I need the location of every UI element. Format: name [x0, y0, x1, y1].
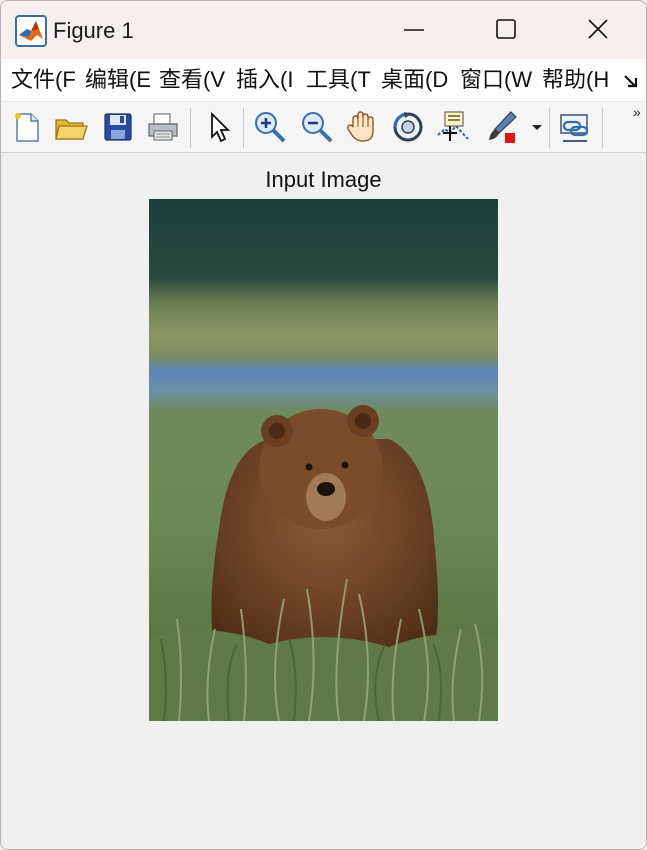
- brush-dropdown-button[interactable]: [527, 109, 547, 145]
- matlab-icon: [15, 15, 47, 47]
- toolbar-separator: [602, 108, 603, 148]
- rotate-3d-icon: [393, 112, 423, 142]
- pan-hand-icon: [347, 111, 374, 142]
- maximize-button[interactable]: [460, 1, 552, 59]
- menu-view[interactable]: 查看(V: [159, 66, 229, 94]
- maximize-icon: [496, 19, 516, 39]
- dropdown-arrow-icon: [532, 125, 542, 130]
- menu-bar: 文件(F 编辑(E 查看(V 插入(I 工具(T 桌面(D 窗口(W 帮助(H: [1, 59, 646, 102]
- select-pointer-button[interactable]: [201, 109, 237, 145]
- zoom-in-icon: [255, 112, 286, 143]
- window-title: Figure 1: [53, 18, 134, 43]
- close-icon: [588, 19, 608, 39]
- menu-tools[interactable]: 工具(T: [306, 66, 373, 94]
- axes-title: Input Image: [265, 167, 382, 192]
- new-figure-button[interactable]: [9, 109, 45, 145]
- title-bar[interactable]: Figure 1: [1, 1, 646, 59]
- zoom-in-button[interactable]: [252, 109, 288, 145]
- toolbar-separator: [549, 108, 550, 148]
- menu-overflow-arrow-icon[interactable]: [621, 71, 641, 91]
- save-button[interactable]: [100, 109, 136, 145]
- link-plot-icon: [560, 114, 589, 142]
- open-file-icon: [55, 119, 88, 140]
- print-button[interactable]: [145, 109, 181, 145]
- toolbar-separator: [190, 108, 191, 148]
- menu-edit[interactable]: 编辑(E: [85, 66, 152, 94]
- link-plot-button[interactable]: [557, 109, 593, 145]
- menu-window[interactable]: 窗口(W: [460, 66, 535, 94]
- minimize-icon: [404, 29, 424, 31]
- close-button[interactable]: [552, 1, 644, 59]
- new-figure-icon: [15, 113, 39, 142]
- print-icon: [148, 113, 178, 141]
- toolbar-overflow-button[interactable]: »: [633, 104, 641, 120]
- menu-help[interactable]: 帮助(H: [542, 66, 614, 94]
- menu-file[interactable]: 文件(F: [11, 66, 77, 94]
- input-image[interactable]: [149, 199, 498, 721]
- menu-desktop[interactable]: 桌面(D: [381, 66, 453, 94]
- brush-button[interactable]: [483, 109, 519, 145]
- menu-insert[interactable]: 插入(I: [236, 66, 299, 94]
- rotate-3d-button[interactable]: [390, 109, 426, 145]
- open-file-button[interactable]: [53, 109, 89, 145]
- bear-photo: [149, 199, 498, 721]
- toolbar: [1, 102, 646, 153]
- minimize-button[interactable]: [368, 1, 460, 59]
- select-pointer-icon: [211, 111, 231, 143]
- zoom-out-button[interactable]: [299, 109, 335, 145]
- zoom-out-icon: [302, 112, 333, 143]
- figure-window: Figure 1 文件(F 编辑(E 查看(V 插入(I 工具(T 桌面(D 窗…: [0, 0, 647, 850]
- brush-icon: [489, 111, 517, 143]
- pan-button[interactable]: [344, 109, 380, 145]
- data-cursor-button[interactable]: [435, 109, 471, 145]
- data-cursor-icon: [437, 111, 469, 141]
- toolbar-separator: [243, 108, 244, 148]
- save-icon: [104, 113, 132, 141]
